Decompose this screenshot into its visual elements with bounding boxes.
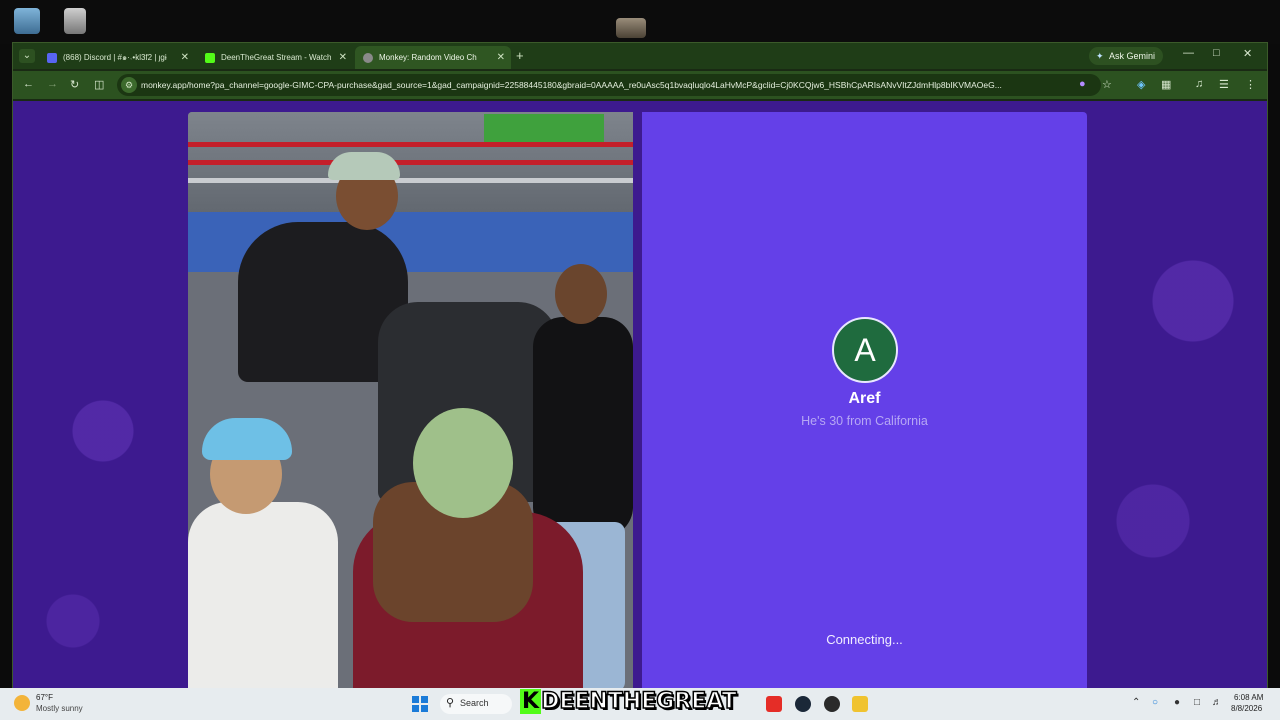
obs-icon[interactable]	[824, 696, 840, 712]
ring-rope	[188, 142, 633, 147]
extension-icon[interactable]: ●	[1079, 78, 1086, 90]
gemini-spark-icon: ✦	[1096, 51, 1104, 61]
discord-icon	[47, 53, 57, 63]
split-view-icon[interactable]: ◫	[94, 78, 104, 91]
person-left-cap	[202, 418, 292, 460]
clock-time[interactable]: 6:08 AM	[1234, 693, 1263, 702]
match-name: Aref	[848, 390, 881, 407]
browser-window: ⌄ (868) Discord | #๑·˓•kl3f2 | ȷɡɨ ✕ Dee…	[12, 42, 1268, 689]
person-standing-hat	[328, 152, 400, 180]
windows-start-icon[interactable]	[412, 696, 428, 712]
maximize-icon[interactable]: □	[1213, 47, 1220, 59]
reload-icon[interactable]: ↻	[70, 78, 79, 91]
chevron-up-icon[interactable]: ⌃	[1132, 697, 1140, 708]
minimize-icon[interactable]: —	[1183, 47, 1194, 59]
close-tab-icon[interactable]: ✕	[181, 46, 189, 69]
browser-toolbar: ← → ↻ ◫ ⚙ monkey.app/home?pa_channel=goo…	[13, 71, 1267, 99]
connection-status: Connecting...	[826, 632, 903, 647]
ring-rope	[188, 178, 633, 183]
desktop-shortcut-icon[interactable]	[616, 18, 646, 38]
search-label: Search	[460, 698, 489, 708]
person-front-head	[413, 408, 513, 518]
tab-strip: ⌄ (868) Discord | #๑·˓•kl3f2 | ȷɡɨ ✕ Dee…	[13, 43, 1267, 69]
search-icon: ⚲	[446, 697, 455, 709]
tray-app-icon[interactable]: ○	[1152, 697, 1158, 708]
tab-label: Monkey: Random Video Ch	[379, 53, 477, 62]
tab-monkey[interactable]: Monkey: Random Video Ch ✕	[355, 46, 511, 69]
person-left-body	[188, 502, 338, 689]
person-right-body	[533, 317, 633, 537]
clock-date[interactable]: 8/8/2026	[1231, 704, 1262, 713]
monkey-icon	[363, 53, 373, 63]
url-text[interactable]: monkey.app/home?pa_channel=google-GIMC-C…	[141, 74, 1081, 96]
media-controls-icon[interactable]: ♫	[1195, 78, 1203, 90]
streamer-name: DEENTHEGREAT	[540, 688, 737, 715]
menu-kebab-icon[interactable]: ⋮	[1245, 78, 1256, 91]
weather-description[interactable]: Mostly sunny	[36, 704, 83, 713]
youtube-icon[interactable]	[766, 696, 782, 712]
close-window-icon[interactable]: ✕	[1243, 47, 1252, 60]
profile-icon[interactable]: ☰	[1219, 78, 1229, 91]
close-tab-icon[interactable]: ✕	[339, 46, 347, 69]
file-explorer-icon[interactable]	[852, 696, 868, 712]
tab-label: (868) Discord | #๑·˓•kl3f2 | ȷɡɨ	[63, 53, 167, 62]
tab-discord[interactable]: (868) Discord | #๑·˓•kl3f2 | ȷɡɨ ✕	[39, 46, 195, 69]
translate-icon[interactable]: ◈	[1137, 78, 1145, 91]
ask-gemini-label: Ask Gemini	[1109, 51, 1156, 61]
taskbar-search[interactable]: ⚲ Search	[440, 694, 512, 714]
display-icon[interactable]: □	[1194, 697, 1200, 708]
microphone-icon[interactable]: ●	[1174, 697, 1180, 708]
ring-rope	[188, 160, 633, 165]
kick-logo-letter: K	[520, 689, 542, 714]
recycle-bin-icon[interactable]	[14, 8, 40, 34]
sun-icon[interactable]	[14, 695, 30, 711]
extensions-puzzle-icon[interactable]: ▦	[1161, 78, 1171, 91]
tab-kick-stream[interactable]: DeenTheGreat Stream - Watch ✕	[197, 46, 353, 69]
steam-icon[interactable]	[795, 696, 811, 712]
tab-label: DeenTheGreat Stream - Watch	[221, 53, 332, 62]
volume-icon[interactable]: ♬	[1212, 697, 1222, 708]
stream-overlay-logo: KDEENTHEGREAT	[516, 688, 741, 715]
person-right-head	[555, 264, 607, 324]
new-tab-button[interactable]: +	[516, 48, 524, 63]
close-tab-icon[interactable]: ✕	[497, 46, 505, 69]
tab-search-icon[interactable]: ⌄	[19, 49, 35, 63]
desktop	[0, 0, 1280, 44]
desktop-app-icon[interactable]	[64, 8, 86, 34]
kick-icon	[205, 53, 215, 63]
match-panel: A Aref He's 30 from California Connectin…	[642, 112, 1087, 689]
page-viewport: A Aref He's 30 from California Connectin…	[13, 101, 1267, 689]
site-info-icon[interactable]: ⚙	[121, 77, 137, 93]
forward-arrow-icon[interactable]: →	[47, 78, 58, 90]
weather-temperature[interactable]: 67°F	[36, 693, 53, 702]
match-subtitle: He's 30 from California	[801, 414, 928, 428]
match-avatar: A	[832, 317, 898, 383]
address-bar[interactable]: ⚙ monkey.app/home?pa_channel=google-GIMC…	[117, 74, 1101, 96]
self-video-feed	[188, 112, 633, 689]
gym-sign	[484, 114, 604, 142]
bookmark-star-icon[interactable]: ☆	[1102, 78, 1112, 91]
ask-gemini-button[interactable]: ✦ Ask Gemini	[1089, 47, 1164, 65]
back-arrow-icon[interactable]: ←	[23, 78, 34, 90]
